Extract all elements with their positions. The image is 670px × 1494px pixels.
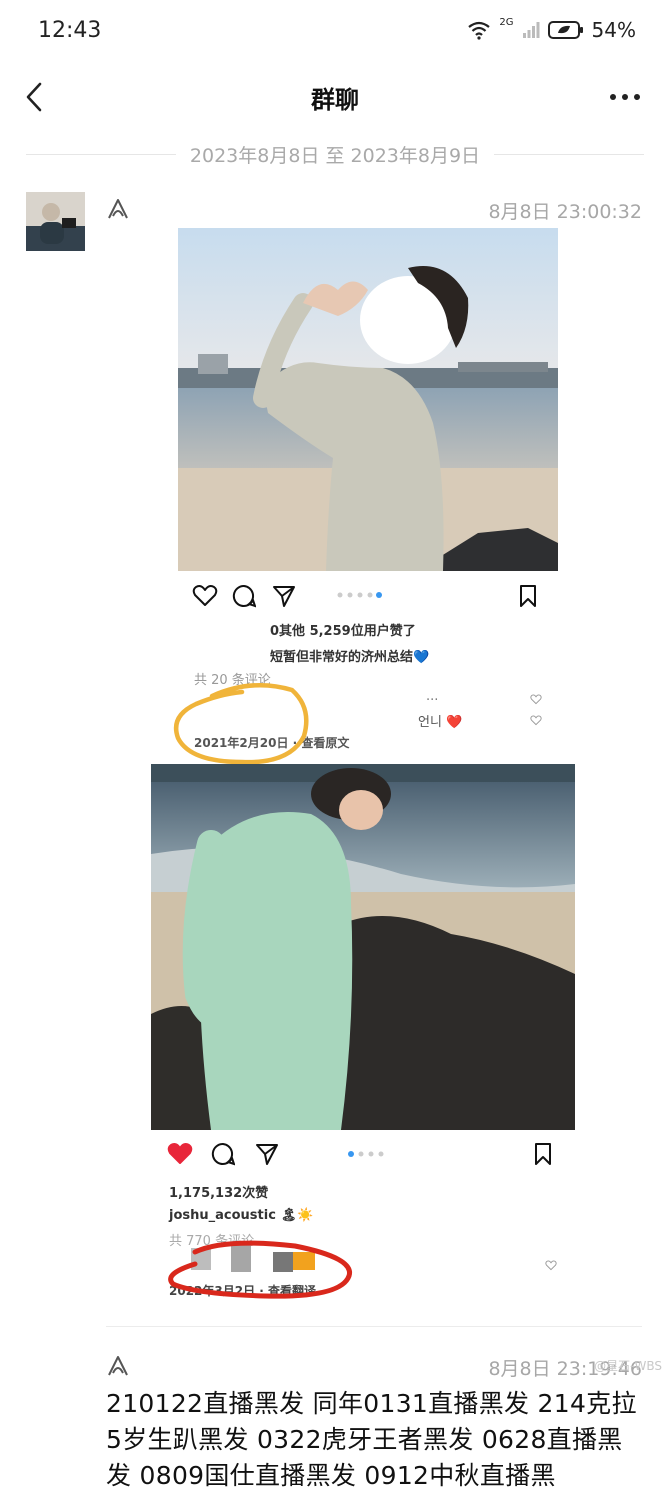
comment-like-icon[interactable]	[530, 694, 542, 705]
avatar[interactable]	[26, 192, 85, 251]
post1-caption: 短暂但非常好的济州总结💙	[270, 650, 430, 665]
red-highlight-circle	[168, 1240, 352, 1299]
bookmark-icon[interactable]	[533, 1142, 553, 1166]
anonymous-user-icon	[108, 199, 128, 219]
avatar-image	[26, 192, 85, 251]
like-icon[interactable]	[192, 584, 218, 608]
comment-icon[interactable]	[232, 584, 256, 608]
message-divider	[106, 1326, 642, 1327]
share-icon[interactable]	[272, 584, 296, 608]
post-photo-2[interactable]	[151, 764, 575, 1130]
carousel-dots	[337, 592, 382, 598]
status-bar: 12:43 2G 54%	[0, 0, 670, 66]
message-time: 8月8日 23:00:32	[488, 201, 642, 223]
wifi-icon	[468, 21, 491, 40]
post2-username[interactable]: joshu_acoustic 🏝☀️	[169, 1208, 313, 1223]
battery-icon	[547, 21, 583, 39]
post2-likes: 1,175,132次赞	[169, 1186, 269, 1201]
post-photo-1[interactable]	[178, 228, 558, 571]
comment-like-icon[interactable]	[545, 1260, 557, 1271]
share-icon[interactable]	[255, 1142, 279, 1166]
bookmark-icon[interactable]	[518, 584, 538, 608]
more-icon[interactable]	[608, 82, 642, 112]
page-title: 群聊	[311, 86, 359, 114]
status-time: 12:43	[38, 18, 102, 43]
watermark: @星石-WBS	[594, 1359, 662, 1373]
post-info-1: 0其他 5,259位用户赞了 短暂但非常好的济州总结💙 共 20 条评论 ...…	[173, 574, 558, 765]
post1-comment-snippet2: 언니 ❤️	[418, 715, 463, 730]
status-icons: 2G 54%	[467, 16, 636, 42]
post2-username-text[interactable]: joshu_acoustic	[169, 1208, 276, 1223]
post1-likes: 0其他 5,259位用户赞了	[270, 624, 416, 639]
carousel-dots	[348, 1151, 384, 1157]
orange-highlight-circle	[173, 682, 309, 765]
network-type: 2G	[499, 16, 514, 28]
comment-icon[interactable]	[211, 1142, 235, 1166]
post2-username-emoji: 🏝☀️	[280, 1208, 314, 1223]
battery-level: 54%	[591, 18, 636, 42]
comment-like-icon[interactable]	[530, 715, 542, 726]
divider-right	[494, 154, 644, 155]
post1-comment-snippet: ...	[426, 689, 439, 704]
signal-icon	[522, 22, 540, 38]
post-info-2: 1,175,132次赞 joshu_acoustic 🏝☀️ 共 770 条评论…	[151, 1132, 575, 1307]
liked-heart-icon[interactable]	[167, 1142, 193, 1166]
date-range: 2023年8月8日 至 2023年8月9日	[0, 140, 670, 170]
nav-bar: 群聊	[0, 66, 670, 128]
anonymous-user-icon	[108, 1356, 128, 1376]
message-text: 210122直播黑发 同年0131直播黑发 214克拉5岁生趴黑发 0322虎牙…	[106, 1389, 637, 1490]
